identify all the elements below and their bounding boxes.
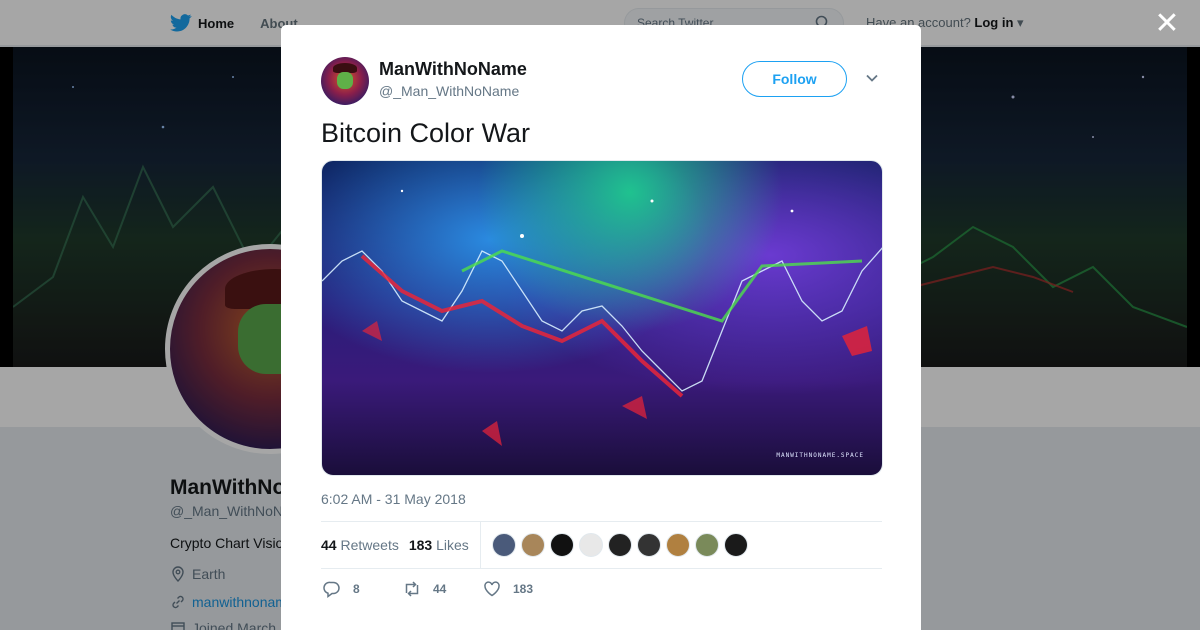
likes-label: Likes	[436, 537, 469, 553]
liker-avatar[interactable]	[665, 533, 690, 557]
reply-count: 8	[353, 582, 360, 596]
stats-separator	[479, 522, 481, 568]
tweet-stats: 44 Retweets 183 Likes	[321, 522, 882, 568]
retweets-stat[interactable]: 44 Retweets	[321, 537, 399, 553]
chevron-down-icon[interactable]	[865, 71, 879, 85]
liker-avatar[interactable]	[636, 533, 661, 557]
close-icon[interactable]: ✕	[1152, 9, 1182, 40]
tweet-text: Bitcoin Color War	[321, 118, 531, 148]
tweet-author-avatar[interactable]	[321, 57, 369, 105]
retweet-icon	[405, 581, 419, 597]
media-watermark: MANWITHNONAME.SPACE	[776, 452, 864, 459]
tweet-timestamp[interactable]: 6:02 AM - 31 May 2018	[321, 491, 466, 507]
liker-avatar[interactable]	[491, 533, 516, 557]
tweet-author-handle[interactable]: @_Man_WithNoName	[379, 83, 519, 99]
media-art	[322, 189, 882, 446]
liker-avatar[interactable]	[694, 533, 719, 557]
tweet-media-image[interactable]: MANWITHNONAME.SPACE	[321, 160, 883, 476]
liker-avatar[interactable]	[520, 533, 545, 557]
tweet-actions: 8 44 183	[323, 580, 563, 598]
heart-icon	[484, 581, 500, 597]
follow-button[interactable]: Follow	[742, 61, 847, 97]
like-button[interactable]: 183	[483, 580, 563, 598]
likes-count: 183	[408, 537, 433, 553]
retweets-label: Retweets	[340, 537, 399, 553]
liker-avatar[interactable]	[578, 533, 603, 557]
reply-button[interactable]: 8	[323, 580, 403, 598]
likes-stat[interactable]: 183 Likes	[409, 537, 469, 553]
avatar-face-shape	[337, 72, 353, 89]
like-count: 183	[513, 582, 534, 596]
liker-avatar[interactable]	[607, 533, 632, 557]
retweet-count: 44	[433, 582, 447, 596]
tweet-modal: ManWithNoName @_Man_WithNoName Follow Bi…	[281, 25, 921, 630]
reply-icon	[323, 581, 340, 598]
retweets-count: 44	[321, 537, 337, 553]
liker-avatars	[491, 533, 748, 557]
divider-bottom	[321, 568, 882, 569]
liker-avatar[interactable]	[723, 533, 748, 557]
liker-avatar[interactable]	[549, 533, 574, 557]
tweet-author-name[interactable]: ManWithNoName	[379, 59, 527, 80]
retweet-button[interactable]: 44	[403, 580, 483, 598]
